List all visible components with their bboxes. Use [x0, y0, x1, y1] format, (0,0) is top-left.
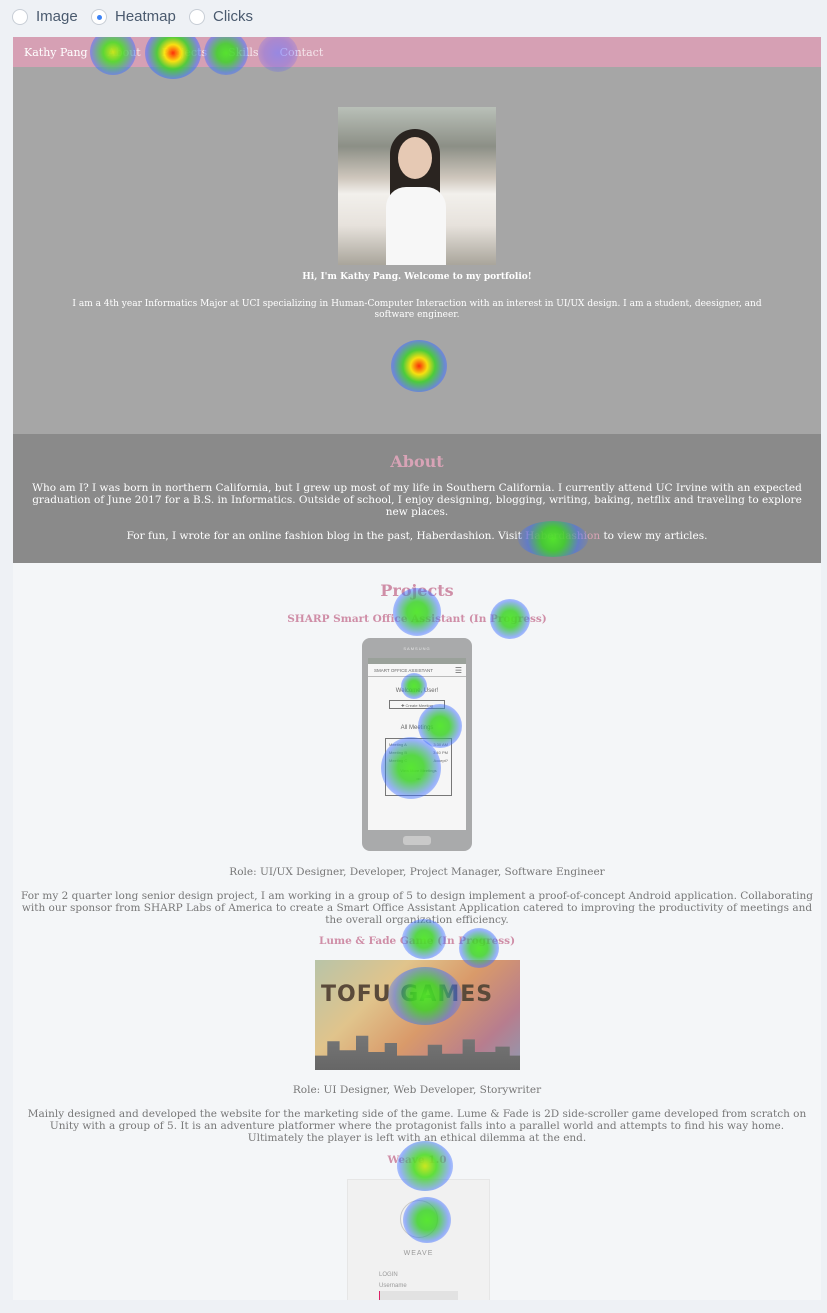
about-blog-text-end: to view my articles.	[600, 530, 708, 542]
create-meeting-button: ✚ Create Meeting	[389, 700, 445, 709]
nav-projects[interactable]: Projects	[162, 46, 207, 59]
tofu-games-logo: TOFU GAMES	[321, 982, 494, 1007]
meeting-name: Meeting B	[389, 750, 408, 755]
photo-face	[398, 137, 432, 179]
radio-heatmap[interactable]: Heatmap	[91, 8, 176, 25]
about-heading: About	[390, 452, 444, 471]
app-header: SMART OFFICE ASSISTANT ☰	[368, 664, 466, 677]
view-mode-selector: Image Heatmap Clicks	[0, 0, 827, 36]
weave-logo-text: WEAVE	[403, 1250, 434, 1257]
nav-about[interactable]: About	[108, 46, 141, 59]
view-more-meetings: View More Meetings	[400, 768, 437, 773]
meeting-time: 3:40 PM	[433, 750, 448, 755]
meeting-name: Meeting A	[389, 742, 407, 747]
hero-section: Hi, I'm Kathy Pang. Welcome to my portfo…	[13, 67, 821, 434]
meetings-list: Meeting A 3:30 AM Meeting B 3:40 PM Meetin…	[385, 738, 452, 796]
radio-clicks-dot[interactable]	[189, 8, 205, 25]
city-silhouette	[315, 1035, 520, 1070]
projects-heading: Projects	[380, 581, 454, 600]
phone-home-button	[403, 836, 431, 845]
projects-section: Projects SHARP Smart Office Assistant (I…	[13, 563, 821, 1300]
meeting-time: 3:30 AM	[433, 742, 448, 747]
about-section: About Who am I? I was born in northern C…	[13, 434, 821, 563]
meeting-time: Accept?	[433, 758, 448, 763]
project-title-sharp[interactable]: SHARP Smart Office Assistant (In Progres…	[13, 613, 821, 625]
weave-username-label: Username	[379, 1283, 407, 1289]
radio-heatmap-label: Heatmap	[115, 8, 176, 25]
weave-username-field	[379, 1291, 458, 1300]
about-paragraph: Who am I? I was born in northern Califor…	[32, 482, 802, 518]
about-blog-text: For fun, I wrote for an online fashion b…	[126, 530, 526, 542]
menu-icon: ☰	[454, 666, 462, 675]
app-title: SMART OFFICE ASSISTANT	[374, 668, 434, 673]
project-description-sharp: For my 2 quarter long senior design proj…	[21, 890, 813, 926]
radio-clicks-label: Clicks	[213, 8, 253, 25]
all-meetings-label: All Meetings	[400, 725, 434, 731]
project-description-lume: Mainly designed and developed the websit…	[27, 1108, 807, 1144]
project-role-sharp: Role: UI/UX Designer, Developer, Project…	[229, 866, 605, 878]
phone-screen: SMART OFFICE ASSISTANT ☰ Welcome, User! ✚…	[368, 658, 466, 830]
hero-title: Hi, I'm Kathy Pang. Welcome to my portfo…	[302, 272, 532, 282]
site-navbar: Kathy Pang About Projects Skills Contact	[13, 37, 821, 67]
profile-photo	[338, 107, 496, 265]
photo-body	[386, 187, 446, 265]
phone-brand: SAMSUNG	[403, 646, 431, 651]
weave-screenshot: WEAVE LOGIN Username	[347, 1179, 490, 1300]
meeting-name: Meeting C	[389, 758, 408, 763]
weave-login-label: LOGIN	[379, 1272, 398, 1278]
nav-contact[interactable]: Contact	[280, 46, 324, 59]
radio-image-label: Image	[36, 8, 78, 25]
project-title-lume[interactable]: Lume & Fade Game (In Progress)	[13, 935, 821, 947]
app-welcome: Welcome, User!	[395, 688, 439, 694]
radio-image[interactable]: Image	[12, 8, 78, 25]
haberdashion-link[interactable]: Haberdashion	[525, 530, 600, 542]
create-meeting-label: Create Meeting	[405, 703, 433, 708]
weave-logo-icon	[400, 1200, 438, 1238]
radio-heatmap-dot[interactable]	[91, 8, 107, 25]
nav-brand[interactable]: Kathy Pang	[24, 46, 88, 59]
scrollbar[interactable]	[821, 37, 827, 1300]
meeting-row: Meeting B 3:40 PM	[389, 749, 448, 757]
project-role-lume: Role: UI Designer, Web Developer, Storyw…	[292, 1084, 542, 1096]
meeting-row: Meeting C Accept?	[389, 757, 448, 765]
ellipsis: •••	[416, 776, 421, 781]
hero-text: I am a 4th year Informatics Major at UCI…	[72, 299, 762, 320]
project-title-weave[interactable]: Weave 1.0	[13, 1154, 821, 1166]
lume-fade-banner: TOFU GAMES	[315, 960, 520, 1070]
meeting-row: Meeting A 3:30 AM	[389, 741, 448, 749]
radio-image-dot[interactable]	[12, 8, 28, 25]
page-preview: Kathy Pang About Projects Skills Contact…	[13, 37, 821, 1300]
radio-clicks[interactable]: Clicks	[189, 8, 253, 25]
about-paragraph-blog: For fun, I wrote for an online fashion b…	[31, 530, 803, 542]
sharp-app-screenshot: SAMSUNG SMART OFFICE ASSISTANT ☰ Welcome,…	[362, 638, 472, 851]
nav-skills[interactable]: Skills	[228, 46, 258, 59]
